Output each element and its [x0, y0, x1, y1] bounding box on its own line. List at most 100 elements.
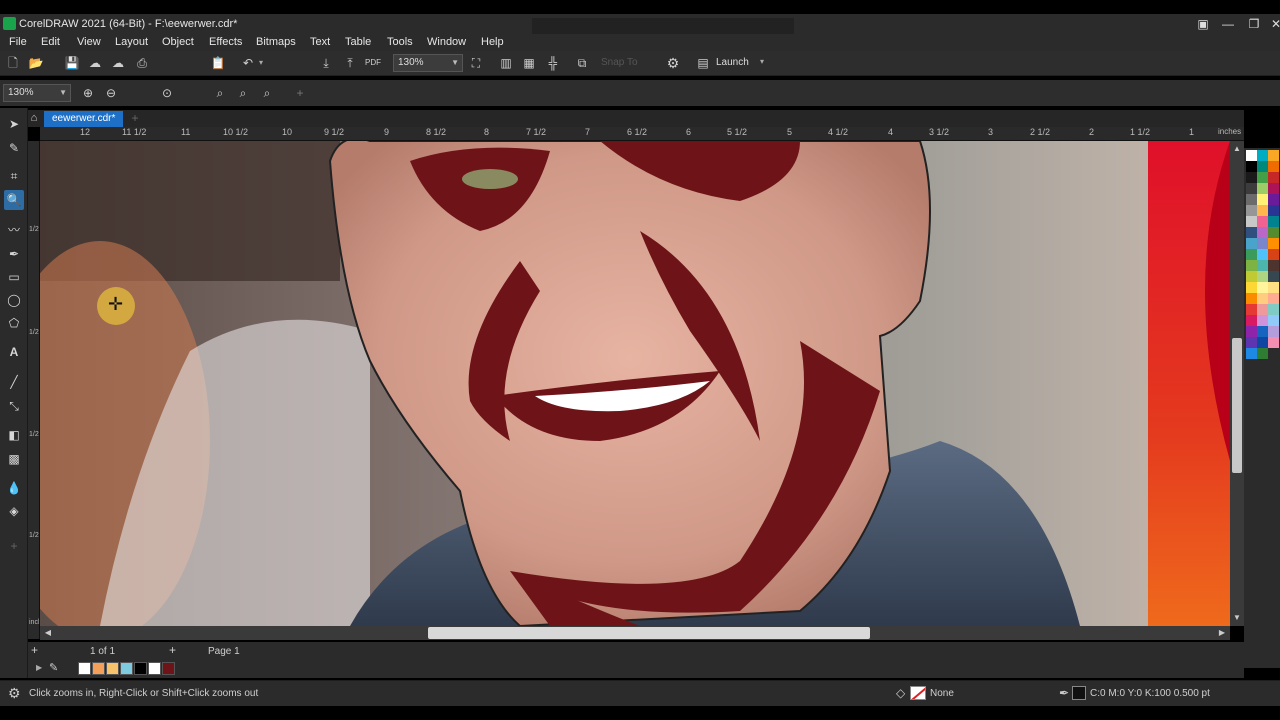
ellipse-tool-icon[interactable]: ◯: [4, 290, 24, 310]
palette-swatch[interactable]: [1268, 282, 1279, 293]
print-icon[interactable]: ⎙: [133, 54, 151, 72]
pattern-tool-icon[interactable]: ▩: [4, 449, 24, 469]
snap-toggle-icon[interactable]: ⧉: [573, 54, 591, 72]
publish-pdf-icon[interactable]: PDF: [364, 54, 382, 72]
property-zoom-combo[interactable]: 130% ▼: [3, 84, 71, 102]
document-palette-swatch[interactable]: [78, 662, 91, 675]
zoom-to-width-icon[interactable]: ⌕: [258, 84, 276, 102]
text-tool-icon[interactable]: A: [4, 342, 24, 362]
export-icon[interactable]: ⤒: [341, 54, 359, 72]
zoom-to-page-icon[interactable]: ⌕: [234, 84, 252, 102]
launch-dropdown-icon[interactable]: ▾: [760, 57, 764, 66]
scroll-left-icon[interactable]: ◀: [42, 627, 54, 639]
palette-expand-icon[interactable]: ▶: [36, 663, 42, 672]
undo-icon[interactable]: ↶: [239, 54, 257, 72]
palette-swatch[interactable]: [1257, 172, 1268, 183]
pick-tool-icon[interactable]: ➤: [4, 114, 24, 134]
eyedropper-tool-icon[interactable]: 💧: [4, 478, 24, 498]
palette-swatch[interactable]: [1257, 260, 1268, 271]
palette-swatch[interactable]: [1257, 315, 1268, 326]
palette-swatch[interactable]: [1257, 194, 1268, 205]
status-gear-icon[interactable]: ⚙: [8, 685, 21, 702]
undo-dropdown-icon[interactable]: ▾: [259, 58, 263, 67]
zoom-level-combo[interactable]: 130% ▼: [393, 54, 463, 72]
palette-swatch[interactable]: [1246, 315, 1257, 326]
palette-swatch[interactable]: [1257, 304, 1268, 315]
palette-swatch[interactable]: [1268, 205, 1279, 216]
launch-icon[interactable]: ▤: [694, 54, 712, 72]
palette-swatch[interactable]: [1268, 326, 1279, 337]
palette-swatch[interactable]: [1257, 249, 1268, 260]
palette-swatch[interactable]: [1268, 315, 1279, 326]
connector-tool-icon[interactable]: ╱: [4, 372, 24, 392]
horizontal-scrollbar[interactable]: ◀ ▶: [40, 626, 1230, 640]
show-guidelines-icon[interactable]: ╬: [544, 54, 562, 72]
options-gear-icon[interactable]: ⚙: [664, 54, 682, 72]
palette-swatch[interactable]: [1257, 238, 1268, 249]
palette-swatch[interactable]: [1257, 348, 1268, 359]
snap-to-label[interactable]: Snap To: [601, 57, 638, 68]
palette-swatch[interactable]: [1268, 249, 1279, 260]
zoom-all-objects-icon[interactable]: ⌕: [211, 84, 229, 102]
menu-window[interactable]: Window: [427, 36, 466, 48]
palette-swatch[interactable]: [1268, 227, 1279, 238]
palette-swatch[interactable]: [1246, 348, 1257, 359]
fill-tool-icon[interactable]: ◈: [4, 501, 24, 521]
minimize-icon[interactable]: —: [1217, 16, 1239, 32]
full-screen-preview-icon[interactable]: ⛶: [467, 54, 485, 72]
home-icon[interactable]: ⌂: [28, 112, 40, 124]
palette-swatch[interactable]: [1246, 271, 1257, 282]
palette-swatch[interactable]: [1257, 227, 1268, 238]
vertical-ruler[interactable]: 1/2 1/2 1/2 1/2 inches: [28, 141, 40, 639]
zoom-in-icon[interactable]: ⊕: [79, 84, 97, 102]
palette-swatch[interactable]: [1246, 227, 1257, 238]
document-palette-swatch[interactable]: [162, 662, 175, 675]
palette-swatch[interactable]: [1246, 172, 1257, 183]
palette-swatch[interactable]: [1246, 337, 1257, 348]
palette-swatch[interactable]: [1257, 216, 1268, 227]
page-tab[interactable]: Page 1: [208, 646, 240, 657]
palette-swatch[interactable]: [1257, 150, 1268, 161]
new-document-icon[interactable]: 🗋: [4, 54, 22, 72]
palette-swatch[interactable]: [1246, 238, 1257, 249]
restore-docked-icon[interactable]: ▣: [1192, 16, 1214, 32]
menu-bitmaps[interactable]: Bitmaps: [256, 36, 296, 48]
menu-file[interactable]: File: [9, 36, 27, 48]
horizontal-ruler[interactable]: 12 11 1/2 11 10 1/2 10 9 1/2 9 8 1/2 8 7…: [40, 127, 1244, 141]
menu-tools[interactable]: Tools: [387, 36, 413, 48]
palette-swatch[interactable]: [1257, 205, 1268, 216]
document-palette-swatch[interactable]: [92, 662, 105, 675]
add-page-after-icon[interactable]: +: [169, 643, 176, 657]
palette-swatch[interactable]: [1246, 183, 1257, 194]
save-icon[interactable]: 💾: [63, 54, 81, 72]
document-palette-swatch[interactable]: [106, 662, 119, 675]
scroll-up-icon[interactable]: ▲: [1231, 143, 1243, 155]
zoom-tool-icon[interactable]: 🔍: [4, 190, 24, 210]
cloud-download-icon[interactable]: ☁: [86, 54, 104, 72]
add-page-icon[interactable]: +: [31, 643, 38, 657]
open-icon[interactable]: 📂: [27, 54, 45, 72]
palette-swatch[interactable]: [1268, 304, 1279, 315]
menu-object[interactable]: Object: [162, 36, 194, 48]
polygon-tool-icon[interactable]: ⬠: [4, 313, 24, 333]
palette-swatch[interactable]: [1246, 216, 1257, 227]
menu-table[interactable]: Table: [345, 36, 371, 48]
palette-swatch[interactable]: [1257, 183, 1268, 194]
menu-view[interactable]: View: [77, 36, 101, 48]
launch-label[interactable]: Launch: [716, 57, 749, 68]
freehand-tool-icon[interactable]: 〰: [4, 220, 24, 240]
palette-swatch[interactable]: [1268, 194, 1279, 205]
shape-tool-icon[interactable]: ✎: [4, 138, 24, 158]
palette-swatch[interactable]: [1257, 271, 1268, 282]
document-tab[interactable]: eewerwer.cdr*: [44, 111, 124, 127]
scroll-down-icon[interactable]: ▼: [1231, 612, 1243, 624]
horizontal-scroll-thumb[interactable]: [428, 627, 870, 639]
document-palette-swatch[interactable]: [148, 662, 161, 675]
import-icon[interactable]: ⤓: [317, 54, 335, 72]
fill-none-swatch[interactable]: [910, 686, 926, 700]
artistic-media-tool-icon[interactable]: ✒: [4, 244, 24, 264]
menu-help[interactable]: Help: [481, 36, 504, 48]
palette-swatch[interactable]: [1246, 293, 1257, 304]
zoom-out-icon[interactable]: ⊖: [102, 84, 120, 102]
outline-color-swatch[interactable]: [1072, 686, 1086, 700]
